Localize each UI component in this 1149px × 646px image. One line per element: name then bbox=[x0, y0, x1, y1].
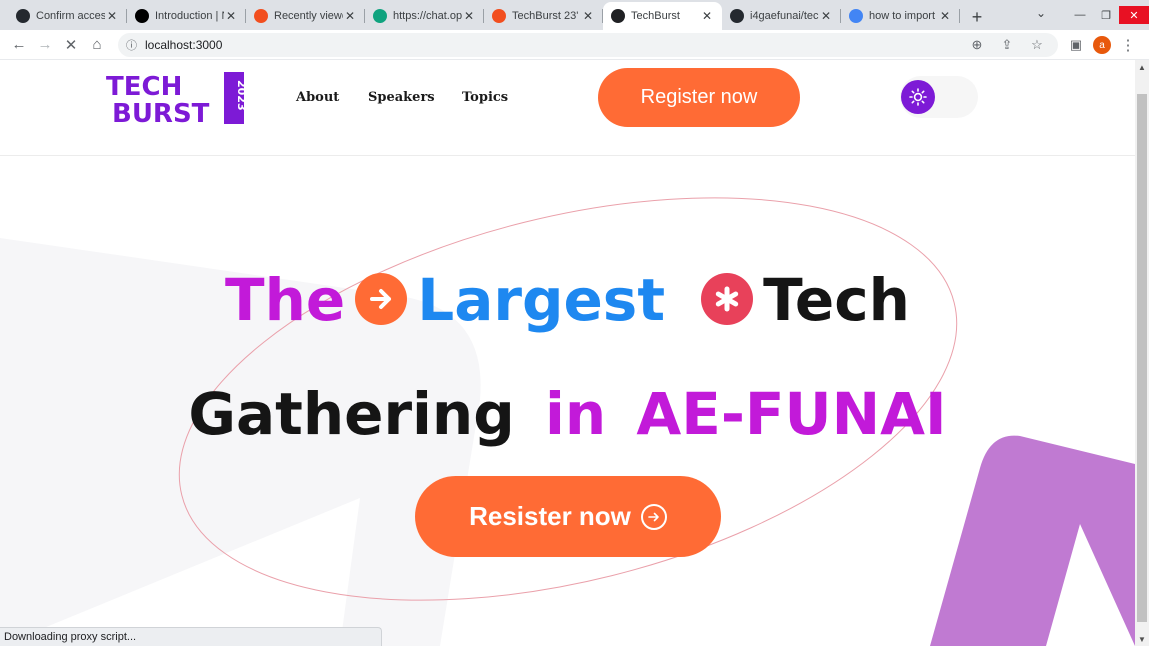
zoom-icon[interactable]: ⊕ bbox=[964, 32, 990, 58]
scroll-up-arrow-icon[interactable]: ▲ bbox=[1135, 60, 1149, 74]
tab-close-icon[interactable]: ✕ bbox=[105, 9, 119, 23]
tab-title: Recently viewed bbox=[274, 10, 343, 22]
browser-tab[interactable]: https://chat.openai✕ bbox=[365, 2, 484, 30]
hero-word-in: in bbox=[544, 380, 607, 448]
tab-close-icon[interactable]: ✕ bbox=[462, 9, 476, 23]
tab-title: Introduction | Next bbox=[155, 10, 224, 22]
tab-close-icon[interactable]: ✕ bbox=[343, 9, 357, 23]
figma-icon bbox=[254, 9, 268, 23]
tab-close-icon[interactable]: ✕ bbox=[938, 9, 952, 23]
share-icon[interactable]: ⇪ bbox=[994, 32, 1020, 58]
purple-arrow-shape bbox=[930, 435, 1135, 646]
tab-close-icon[interactable]: ✕ bbox=[581, 9, 595, 23]
sun-icon bbox=[901, 80, 935, 114]
github-icon bbox=[16, 9, 30, 23]
close-window-button[interactable]: ✕ bbox=[1119, 6, 1149, 24]
openai-icon bbox=[373, 9, 387, 23]
site-header: TECH BURST 2023 About Speakers Topics Re… bbox=[0, 60, 1135, 156]
hero-headline-line1: The Largest Tech bbox=[0, 266, 1135, 334]
window-controls: — ❐ ✕ bbox=[1067, 0, 1149, 30]
back-icon[interactable]: ← bbox=[6, 32, 32, 58]
hero-word-the: The bbox=[225, 266, 346, 334]
tab-title: TechBurst 23' bbox=[512, 10, 579, 22]
tab-close-icon[interactable]: ✕ bbox=[700, 9, 714, 23]
page-viewport: TECH BURST 2023 About Speakers Topics Re… bbox=[0, 60, 1135, 646]
scroll-down-arrow-icon[interactable]: ▼ bbox=[1135, 632, 1149, 646]
tab-title: i4gaefunai/tech bbox=[750, 10, 819, 22]
bookmark-star-icon[interactable]: ☆ bbox=[1024, 32, 1050, 58]
site-info-icon[interactable]: ⓘ bbox=[126, 37, 137, 53]
theme-toggle[interactable] bbox=[900, 76, 978, 118]
nextjs-icon bbox=[135, 9, 149, 23]
tab-close-icon[interactable]: ✕ bbox=[224, 9, 238, 23]
hero-word-largest: Largest bbox=[417, 266, 666, 334]
minimize-button[interactable]: — bbox=[1067, 5, 1093, 25]
github-icon bbox=[730, 9, 744, 23]
browser-tab-strip: Confirm access✕Introduction | Next✕Recen… bbox=[0, 0, 1149, 30]
logo-text-tech: TECH bbox=[106, 72, 182, 102]
new-tab-button[interactable]: + bbox=[964, 4, 990, 30]
tab-close-icon[interactable]: ✕ bbox=[819, 9, 833, 23]
header-register-button[interactable]: Register now bbox=[598, 68, 800, 127]
asterisk-icon bbox=[701, 273, 754, 325]
browser-tab[interactable]: Introduction | Next✕ bbox=[127, 2, 246, 30]
hero-word-ae-funai: AE-FUNAI bbox=[636, 380, 947, 448]
browser-tab[interactable]: TechBurst 23' ✕ bbox=[484, 2, 603, 30]
page-scrollbar[interactable]: ▲ ▼ bbox=[1135, 60, 1149, 646]
url-text[interactable]: localhost:3000 bbox=[145, 38, 222, 52]
arrow-circle-right-icon bbox=[640, 503, 667, 530]
hero-headline-line2: Gathering in AE-FUNAI bbox=[0, 380, 1135, 448]
tab-title: Confirm access bbox=[36, 10, 105, 22]
techburst-logo[interactable]: TECH BURST 2023 bbox=[106, 70, 246, 126]
browser-tab[interactable]: Confirm access ✕ bbox=[8, 2, 127, 30]
address-bar[interactable]: ⓘ localhost:3000 ⊕ ⇪ ☆ bbox=[118, 33, 1058, 57]
figma-icon bbox=[492, 9, 506, 23]
tab-list: Confirm access✕Introduction | Next✕Recen… bbox=[0, 0, 960, 30]
techburst-icon bbox=[611, 9, 625, 23]
nav-about[interactable]: About bbox=[296, 90, 339, 105]
forward-icon[interactable]: → bbox=[32, 32, 58, 58]
restore-button[interactable]: ❐ bbox=[1093, 5, 1119, 25]
browser-tab[interactable]: Recently viewed✕ bbox=[246, 2, 365, 30]
tab-title: how to import bbox=[869, 10, 936, 22]
home-icon[interactable]: ⌂ bbox=[84, 32, 110, 58]
browser-tab[interactable]: i4gaefunai/tech ✕ bbox=[722, 2, 841, 30]
arrow-right-icon bbox=[355, 273, 408, 325]
hero-word-gathering: Gathering bbox=[188, 380, 515, 448]
scroll-thumb[interactable] bbox=[1137, 94, 1147, 622]
hero-register-button[interactable]: Resister now bbox=[415, 476, 721, 557]
tab-search-icon[interactable]: ⌄ bbox=[1036, 6, 1046, 20]
nav-speakers[interactable]: Speakers bbox=[368, 90, 435, 105]
side-panel-icon[interactable]: ▣ bbox=[1063, 32, 1089, 58]
profile-avatar[interactable]: a bbox=[1093, 36, 1111, 54]
logo-text-burst: BURST bbox=[112, 99, 210, 126]
stop-loading-icon[interactable]: ✕ bbox=[58, 32, 84, 58]
nav-topics[interactable]: Topics bbox=[462, 90, 508, 105]
browser-toolbar: ← → ✕ ⌂ ⓘ localhost:3000 ⊕ ⇪ ☆ ▣ a ⋮ bbox=[0, 30, 1149, 60]
tab-title: https://chat.openai bbox=[393, 10, 462, 22]
tab-title: TechBurst bbox=[631, 10, 680, 22]
hero-register-label: Resister now bbox=[469, 501, 631, 531]
menu-kebab-icon[interactable]: ⋮ bbox=[1115, 32, 1141, 58]
browser-tab[interactable]: TechBurst ✕ bbox=[603, 2, 722, 30]
browser-status-bar: Downloading proxy script... bbox=[0, 627, 382, 646]
google-icon bbox=[849, 9, 863, 23]
logo-year: 2023 bbox=[235, 80, 246, 111]
browser-tab[interactable]: how to import ✕ bbox=[841, 2, 960, 30]
hero-word-tech: Tech bbox=[763, 266, 910, 334]
